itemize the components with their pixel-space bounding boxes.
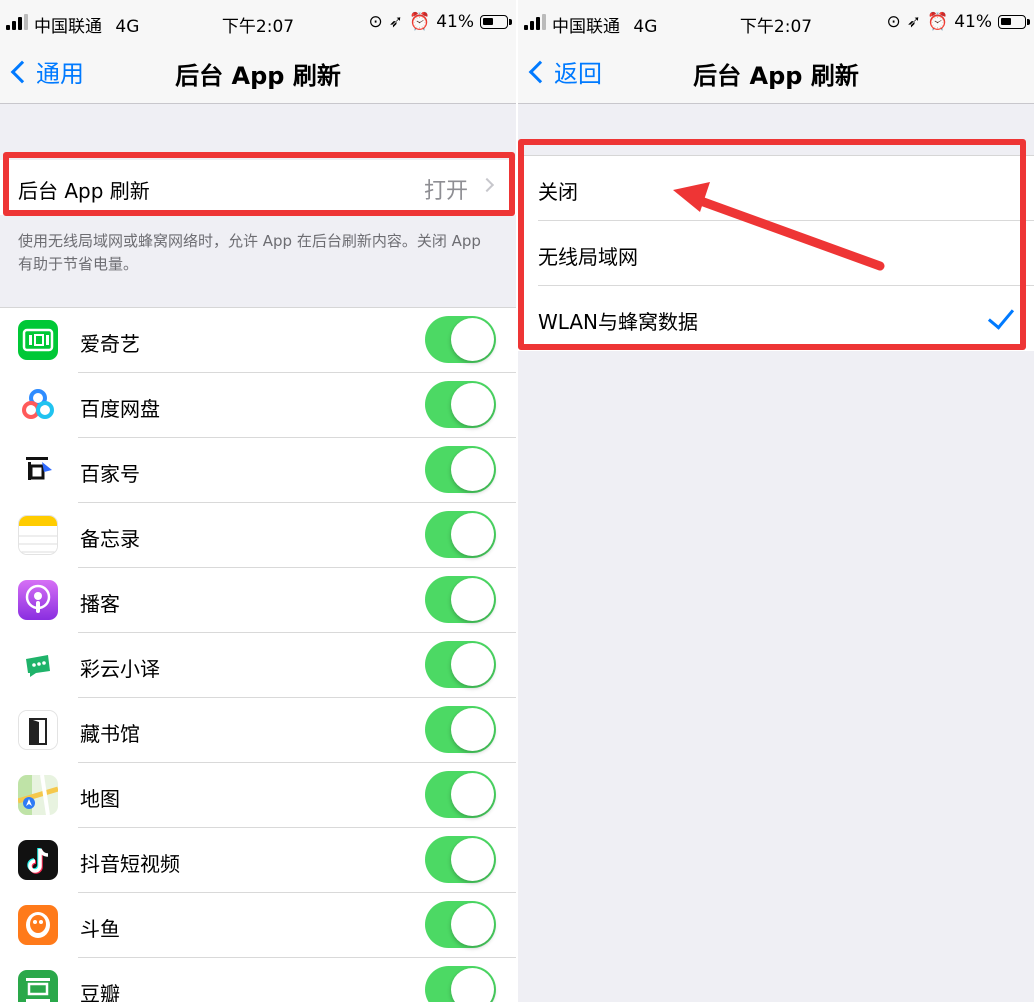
location-icon: ➶	[906, 12, 922, 32]
option-label: WLAN与蜂窝数据	[538, 310, 699, 334]
orientation-lock-icon: ⊙	[886, 12, 901, 32]
nav-bar: 返回 后台 App 刷新	[518, 44, 1034, 104]
option-label: 无线局域网	[538, 245, 638, 269]
refresh-options: 关闭 无线局域网 WLAN与蜂窝数据	[518, 155, 1034, 351]
battery-label: 41%	[954, 12, 992, 32]
app-name: 藏书馆	[80, 722, 140, 746]
toggle-switch[interactable]	[425, 381, 496, 428]
battery-icon	[998, 15, 1030, 29]
douyin-icon	[18, 840, 58, 880]
list-item: 豆瓣	[0, 958, 516, 1002]
list-item: 抖音短视频	[0, 828, 516, 893]
toggle-switch[interactable]	[425, 706, 496, 753]
app-name: 豆瓣	[80, 982, 120, 1002]
notes-icon	[18, 515, 58, 555]
option-wlan-cellular[interactable]: WLAN与蜂窝数据	[518, 286, 1034, 351]
alarm-icon: ⏰	[927, 12, 949, 32]
toggle-switch[interactable]	[425, 446, 496, 493]
row-label: 后台 App 刷新	[18, 179, 150, 203]
list-item: 地图	[0, 763, 516, 828]
orientation-lock-icon: ⊙	[368, 12, 383, 32]
baidu-netdisk-icon	[18, 385, 58, 425]
toggle-switch[interactable]	[425, 511, 496, 558]
app-name: 备忘录	[80, 527, 140, 551]
app-name: 爱奇艺	[80, 332, 140, 356]
app-name: 抖音短视频	[80, 852, 180, 876]
nav-bar: 通用 后台 App 刷新	[0, 44, 516, 104]
option-label: 关闭	[538, 180, 578, 204]
list-item: 爱奇艺	[0, 308, 516, 373]
alarm-icon: ⏰	[409, 12, 431, 32]
list-item: 备忘录	[0, 503, 516, 568]
checkmark-icon	[987, 302, 1015, 330]
app-name: 百家号	[80, 462, 140, 486]
caiyun-translate-icon	[18, 645, 58, 685]
list-item: 百度网盘	[0, 373, 516, 438]
toggle-switch[interactable]	[425, 966, 496, 1002]
battery-icon	[480, 15, 512, 29]
option-off[interactable]: 关闭	[518, 156, 1034, 221]
list-item: 播客	[0, 568, 516, 633]
chevron-right-icon	[479, 177, 495, 193]
status-bar: 中国联通 4G 下午2:07 ⊙ ➶ ⏰ 41%	[518, 0, 1034, 44]
row-value: 打开	[423, 179, 468, 204]
toggle-switch[interactable]	[425, 576, 496, 623]
list-item: 斗鱼	[0, 893, 516, 958]
library-icon	[18, 710, 58, 750]
podcasts-icon	[18, 580, 58, 620]
app-name: 彩云小译	[80, 657, 160, 681]
toggle-switch[interactable]	[425, 836, 496, 883]
page-title: 后台 App 刷新	[175, 62, 341, 90]
location-icon: ➶	[388, 12, 404, 32]
app-name: 播客	[80, 592, 120, 616]
toggle-switch[interactable]	[425, 771, 496, 818]
iqiyi-icon	[18, 320, 58, 360]
page-title: 后台 App 刷新	[693, 62, 859, 90]
battery-label: 41%	[436, 12, 474, 32]
option-wlan[interactable]: 无线局域网	[518, 221, 1034, 286]
baijiahao-icon	[18, 450, 58, 490]
app-name: 地图	[80, 787, 120, 811]
status-bar: 中国联通 4G 下午2:07 ⊙ ➶ ⏰ 41%	[0, 0, 516, 44]
douyu-icon	[18, 905, 58, 945]
description-text: 使用无线局域网或蜂窝网络时，允许 App 在后台刷新内容。关闭 App 有助于节…	[18, 232, 481, 273]
right-screen: 中国联通 4G 下午2:07 ⊙ ➶ ⏰ 41% 返回 后台 App 刷新 关闭…	[518, 0, 1034, 1002]
list-item: 百家号	[0, 438, 516, 503]
toggle-switch[interactable]	[425, 901, 496, 948]
douban-icon	[18, 970, 58, 1002]
list-item: 彩云小译	[0, 633, 516, 698]
app-name: 百度网盘	[80, 397, 160, 421]
list-item: 藏书馆	[0, 698, 516, 763]
app-name: 斗鱼	[80, 917, 120, 941]
app-list: 爱奇艺 百度网盘 百家号 备忘录 播客 彩云小译 藏书馆 地图 抖音短视频 斗鱼…	[0, 307, 516, 1002]
left-screen: 中国联通 4G 下午2:07 ⊙ ➶ ⏰ 41% 通用 后台 App 刷新 后台…	[0, 0, 516, 1002]
toggle-switch[interactable]	[425, 316, 496, 363]
toggle-switch[interactable]	[425, 641, 496, 688]
background-refresh-row[interactable]: 后台 App 刷新 打开	[0, 160, 516, 215]
maps-icon	[18, 775, 58, 815]
